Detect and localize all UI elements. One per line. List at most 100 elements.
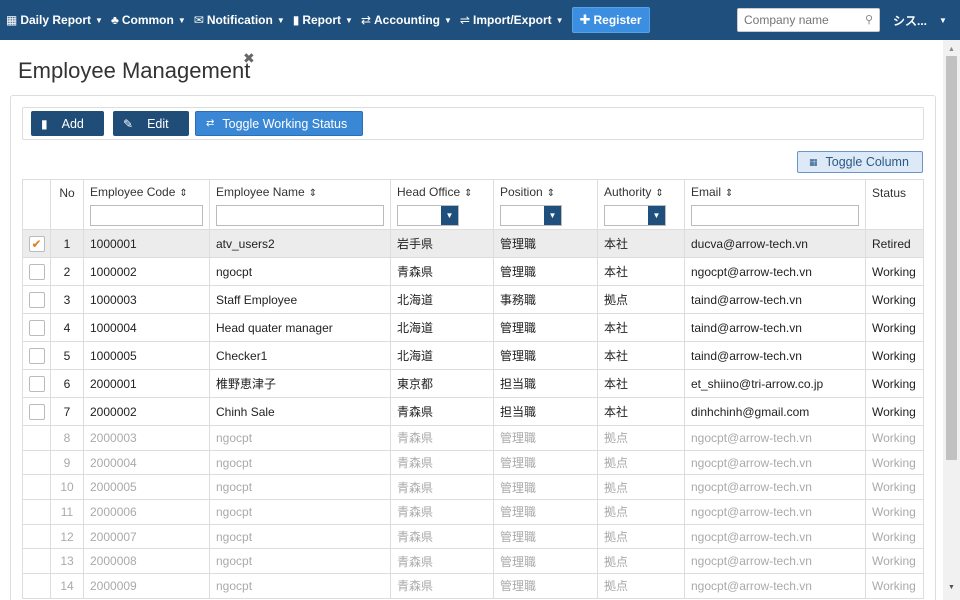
cell-code: 1000001	[83, 229, 210, 258]
employee-name-filter[interactable]	[216, 205, 384, 226]
nav-item-label: Report	[302, 13, 342, 27]
page-title: Employee Management	[18, 58, 251, 83]
add-button[interactable]: ▮ Add	[31, 111, 104, 136]
cell-status: Working	[865, 499, 924, 525]
header-email[interactable]: Email ⇕	[684, 179, 866, 230]
cell-code: 2000003	[83, 425, 210, 451]
cell-code: 2000006	[83, 499, 210, 525]
header-head-office-label: Head Office	[397, 185, 461, 199]
employee-code-filter[interactable]	[90, 205, 203, 226]
page-scrollbar[interactable]: ▲ ▼	[943, 40, 960, 600]
table-row[interactable]: 13 2000008 ngocpt 青森県 管理職 拠点 ngocpt@arrow-tech…	[22, 548, 924, 575]
authority-filter[interactable]: ▼	[604, 205, 666, 226]
table-row[interactable]: 5 1000005 Checker1 北海道 管理職 本社 taind@arrow-tech…	[22, 341, 924, 370]
cell-code: 1000003	[83, 285, 210, 314]
cell-status: Working	[865, 369, 924, 398]
scroll-up-icon[interactable]: ▲	[948, 46, 955, 53]
row-select-cell	[22, 425, 51, 451]
cell-office: 青森県	[390, 548, 494, 575]
scrollbar-thumb[interactable]	[946, 56, 957, 460]
table-row[interactable]: 4 1000004 Head quater manager 北海道 管理職 本社 taind…	[22, 313, 924, 342]
header-position-label: Position	[500, 185, 543, 199]
cell-office: 東京都	[390, 369, 494, 398]
search-icon[interactable]: ⚲	[865, 13, 873, 26]
nav-item-common[interactable]: ♣ Common ▼	[107, 0, 190, 40]
row-checkbox[interactable]	[28, 263, 45, 280]
table-row[interactable]: 8 2000003 ngocpt 青森県 管理職 拠点 ngocpt@arrow-tech.…	[22, 425, 924, 451]
nav-item-daily-report[interactable]: ▦ Daily Report ▼	[2, 0, 107, 40]
sort-icon[interactable]: ⇕	[655, 188, 663, 199]
header-position[interactable]: Position ⇕ ▼	[493, 179, 598, 230]
row-checkbox[interactable]	[28, 403, 45, 420]
table-row[interactable]: 14 2000009 ngocpt 青森県 管理職 拠点 ngocpt@arrow-tech…	[22, 573, 924, 599]
toggle-column-button[interactable]: ▦ Toggle Column	[797, 151, 923, 173]
toggle-working-status-button[interactable]: ⇄ Toggle Working Status	[195, 111, 363, 136]
cell-status: Working	[865, 257, 924, 286]
user-menu[interactable]: シス... ▼	[893, 0, 947, 40]
header-employee-code[interactable]: Employee Code ⇕	[83, 179, 210, 230]
table-row[interactable]: 11 2000006 ngocpt 青森県 管理職 拠点 ngocpt@arrow-tech…	[22, 499, 924, 525]
cell-status: Working	[865, 573, 924, 599]
table-row[interactable]: 2 1000002 ngocpt 青森県 管理職 本社 ngocpt@arrow-tech.…	[22, 257, 924, 286]
close-icon[interactable]: ✖	[243, 50, 255, 67]
register-button[interactable]: ✚ Register	[571, 7, 650, 33]
table-row[interactable]: 6 2000001 椎野恵津子 東京都 担当職 本社 et_shiino@tri-arrow…	[22, 369, 924, 398]
company-search-input[interactable]	[738, 9, 856, 31]
sort-icon[interactable]: ⇕	[464, 188, 472, 199]
sort-icon[interactable]: ⇕	[725, 188, 733, 199]
cell-authority: 本社	[597, 313, 685, 342]
nav-item-report[interactable]: ▮ Report ▼	[289, 0, 357, 40]
cell-email: taind@arrow-tech.vn	[684, 313, 866, 342]
scroll-down-icon[interactable]: ▼	[948, 584, 955, 591]
cell-code: 2000001	[83, 369, 210, 398]
cell-status: Working	[865, 313, 924, 342]
head-office-filter[interactable]: ▼	[397, 205, 459, 226]
cell-position: 管理職	[493, 548, 598, 575]
cell-no: 8	[50, 425, 84, 451]
cell-code: 2000004	[83, 449, 210, 476]
header-authority[interactable]: Authority ⇕ ▼	[597, 179, 685, 230]
chevron-down-icon: ▼	[441, 206, 458, 225]
table-row[interactable]: 9 2000004 ngocpt 青森県 管理職 拠点 ngocpt@arrow-tech.…	[22, 449, 924, 476]
row-checkbox[interactable]	[28, 319, 45, 336]
header-head-office[interactable]: Head Office ⇕ ▼	[390, 179, 494, 230]
cell-status: Working	[865, 341, 924, 370]
row-checkbox[interactable]	[28, 347, 45, 364]
bar-chart-icon: ▮	[292, 13, 300, 27]
cell-name: ngocpt	[209, 499, 391, 525]
cell-email: et_shiino@tri-arrow.co.jp	[684, 369, 866, 398]
table-row[interactable]: 3 1000003 Staff Employee 北海道 事務職 拠点 taind@arro…	[22, 285, 924, 314]
edit-button[interactable]: ✎ Edit	[113, 111, 189, 136]
cell-name: ngocpt	[209, 573, 391, 599]
toggle-working-status-label: Toggle Working Status	[222, 116, 348, 131]
row-checkbox[interactable]	[28, 291, 45, 308]
position-filter[interactable]: ▼	[500, 205, 562, 226]
cell-name: Chinh Sale	[209, 397, 391, 426]
header-no: No	[50, 179, 84, 230]
table-row[interactable]: 10 2000005 ngocpt 青森県 管理職 拠点 ngocpt@arrow-tech…	[22, 474, 924, 501]
sort-icon[interactable]: ⇕	[309, 188, 317, 199]
nav-item-accounting[interactable]: ⇄ Accounting ▼	[357, 0, 456, 40]
cell-no: 10	[50, 474, 84, 501]
table-row[interactable]: ✔ 1 1000001 atv_users2 岩手県 管理職 本社 ducva@arrow-t…	[22, 229, 924, 258]
cell-email: ngocpt@arrow-tech.vn	[684, 499, 866, 525]
email-filter[interactable]	[691, 205, 859, 226]
table-row[interactable]: 7 2000002 Chinh Sale 青森県 担当職 本社 dinhchinh@gmai…	[22, 397, 924, 426]
row-checkbox[interactable]	[28, 375, 45, 392]
nav-item-label: Daily Report	[20, 13, 92, 27]
envelope-icon: ✉	[193, 13, 204, 27]
cell-no: 9	[50, 449, 84, 476]
sort-icon[interactable]: ⇕	[547, 188, 555, 199]
sort-icon[interactable]: ⇕	[179, 188, 187, 199]
cell-position: 管理職	[493, 341, 598, 370]
cell-name: ngocpt	[209, 474, 391, 501]
cell-position: 管理職	[493, 474, 598, 501]
table-row[interactable]: 12 2000007 ngocpt 青森県 管理職 拠点 ngocpt@arrow-tech…	[22, 523, 924, 550]
nav-item-import-export[interactable]: ⇌ Import/Export ▼	[456, 0, 568, 40]
row-checkbox[interactable]: ✔	[28, 235, 45, 252]
header-employee-name[interactable]: Employee Name ⇕	[209, 179, 391, 230]
nav-item-notification[interactable]: ✉ Notification ▼	[190, 0, 289, 40]
cell-name: ngocpt	[209, 449, 391, 476]
cell-code: 2000009	[83, 573, 210, 599]
cell-position: 管理職	[493, 573, 598, 599]
